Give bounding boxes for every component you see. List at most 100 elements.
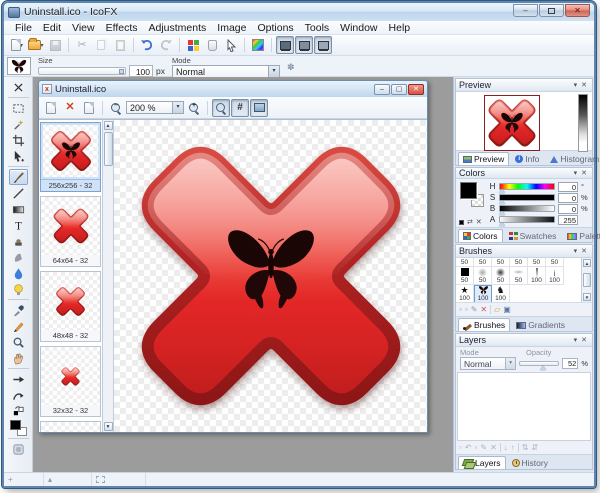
brush-item[interactable]: 50 (474, 258, 492, 267)
tool-brush[interactable] (9, 169, 28, 185)
layer-opacity-input[interactable]: 52 (562, 358, 578, 369)
duplicate-brush-icon[interactable]: ▫ (465, 305, 468, 314)
image-item-256[interactable]: 256x256 - 32 (40, 122, 101, 192)
brush-item[interactable]: 50 (528, 258, 546, 267)
add-image-button[interactable] (42, 99, 60, 117)
undo-button[interactable] (138, 36, 156, 54)
mode-image-editor-button[interactable] (314, 36, 332, 54)
tool-hand[interactable] (9, 350, 28, 366)
tool-dodge[interactable] (9, 281, 28, 297)
tool-blur[interactable] (9, 265, 28, 281)
brush-item[interactable]: 50 (492, 258, 510, 267)
slider-thumb[interactable] (499, 189, 505, 193)
scroll-down-icon[interactable]: ▼ (104, 422, 113, 431)
tool-magic-wand[interactable] (9, 116, 28, 132)
move-layer-down-icon[interactable]: ↓ (504, 443, 508, 452)
mode-cursor-editor-button[interactable] (295, 36, 313, 54)
scrollbar-thumb[interactable] (104, 132, 113, 166)
brush-shape-preview[interactable] (7, 57, 31, 75)
menu-tools[interactable]: Tools (300, 22, 335, 34)
default-colors-icon[interactable] (459, 220, 464, 225)
layer-order2-icon[interactable]: ⇵ (532, 443, 539, 452)
panel-menu-icon[interactable]: ▾ (572, 336, 580, 344)
export-image-button[interactable]: ➔ (80, 99, 98, 117)
merge-layer-icon[interactable]: ↶ (465, 443, 472, 452)
brush-item-spray-soft[interactable]: 50 (474, 267, 492, 285)
duplicate-layer-icon[interactable]: ▫ (475, 443, 478, 452)
slider-thumb[interactable] (499, 222, 505, 226)
layers-list[interactable] (457, 372, 591, 441)
menu-edit[interactable]: Edit (38, 22, 66, 34)
brush-item-spray-dense[interactable]: 50 (492, 267, 510, 285)
document-close-button[interactable]: ✕ (408, 84, 424, 95)
document-maximize-button[interactable]: ▢ (391, 84, 407, 95)
panel-menu-icon[interactable]: ▾ (572, 169, 580, 177)
slider-thumb[interactable] (499, 211, 505, 215)
saturation-value-input[interactable]: 0 (558, 193, 578, 203)
layer-order-icon[interactable]: ⇅ (522, 443, 529, 452)
delete-brush-icon[interactable]: ✕ (480, 305, 487, 314)
menu-options[interactable]: Options (252, 22, 298, 34)
layer-mode-select[interactable]: Normal ▾ (460, 357, 516, 370)
brush-item-star[interactable]: ★100 (456, 285, 474, 302)
copy-button[interactable] (92, 36, 110, 54)
minimize-button[interactable]: – (513, 4, 538, 17)
close-button[interactable]: ✕ (565, 4, 590, 17)
foreground-color-swatch[interactable] (460, 182, 477, 199)
menu-window[interactable]: Window (335, 22, 382, 34)
menu-image[interactable]: Image (212, 22, 251, 34)
slider-thumb[interactable] (119, 69, 124, 74)
hue-value-input[interactable]: 0 (558, 182, 578, 192)
mode-icon-editor-button[interactable] (276, 36, 294, 54)
tab-swatches[interactable]: Swatches (504, 229, 562, 242)
edit-canvas[interactable] (114, 120, 427, 432)
tab-info[interactable]: iInfo (510, 152, 544, 165)
menu-file[interactable]: File (10, 22, 37, 34)
brush-size-input[interactable]: 100 (129, 65, 153, 77)
edit-brush-icon[interactable]: ✎ (471, 305, 478, 314)
tool-smudge[interactable] (9, 249, 28, 265)
tab-layers[interactable]: Layers (458, 456, 506, 469)
save-brushes-icon[interactable]: ▣ (503, 305, 511, 314)
tool-zoom[interactable] (9, 334, 28, 350)
redo-button[interactable] (157, 36, 175, 54)
image-item-48[interactable]: 48x48 - 32 (40, 271, 101, 342)
tool-rect-select[interactable] (9, 100, 28, 116)
tab-preview[interactable]: Preview (458, 152, 509, 165)
tool-eyedropper[interactable] (9, 302, 28, 318)
tool-crop[interactable] (9, 132, 28, 148)
palette-button[interactable] (249, 36, 267, 54)
brush-item-mark[interactable]: ¡100 (546, 267, 564, 285)
tab-colors[interactable]: Colors (458, 229, 503, 242)
tool-gradient[interactable] (9, 201, 28, 217)
document-title-bar[interactable]: x Uninstall.ico – ▢ ✕ (39, 81, 427, 97)
delete-image-button[interactable]: ✕ (61, 99, 79, 117)
swap-colors-icon[interactable]: ⇄ (467, 218, 473, 226)
image-list-scrollbar[interactable]: ▲ ▼ (103, 120, 114, 432)
close-tools-button[interactable] (9, 79, 28, 95)
panel-close-icon[interactable]: ✕ (579, 169, 589, 177)
saturation-slider[interactable] (499, 194, 555, 201)
panel-menu-icon[interactable]: ▾ (572, 81, 580, 89)
layer-opacity-slider[interactable] (519, 361, 559, 366)
alpha-value-input[interactable]: 255 (558, 215, 578, 225)
open-button[interactable]: ▾ (27, 36, 45, 54)
zoom-level-select[interactable]: 200 % ▾ (126, 101, 184, 114)
tool-pencil[interactable] (9, 318, 28, 334)
zoom-in-button[interactable]: + (185, 99, 203, 117)
tab-gradients[interactable]: Gradients (511, 318, 570, 331)
image-item-16[interactable] (40, 421, 101, 432)
brush-item-figure[interactable]: ♞100 (492, 285, 510, 302)
save-button[interactable] (46, 36, 64, 54)
extract-button[interactable] (203, 36, 221, 54)
capture-button[interactable] (222, 36, 240, 54)
menu-effects[interactable]: Effects (101, 22, 143, 34)
brush-item[interactable]: 50 (510, 258, 528, 267)
delete-layer-icon[interactable]: ✕ (490, 443, 497, 452)
brush-scrollbar[interactable]: ▲ ▼ (582, 258, 592, 302)
tool-arrow[interactable] (9, 371, 28, 387)
panel-close-icon[interactable]: ✕ (579, 336, 589, 344)
panel-close-icon[interactable]: ✕ (579, 81, 589, 89)
clear-color-icon[interactable]: ✕ (476, 218, 482, 226)
edit-layer-icon[interactable]: ✎ (480, 443, 487, 452)
